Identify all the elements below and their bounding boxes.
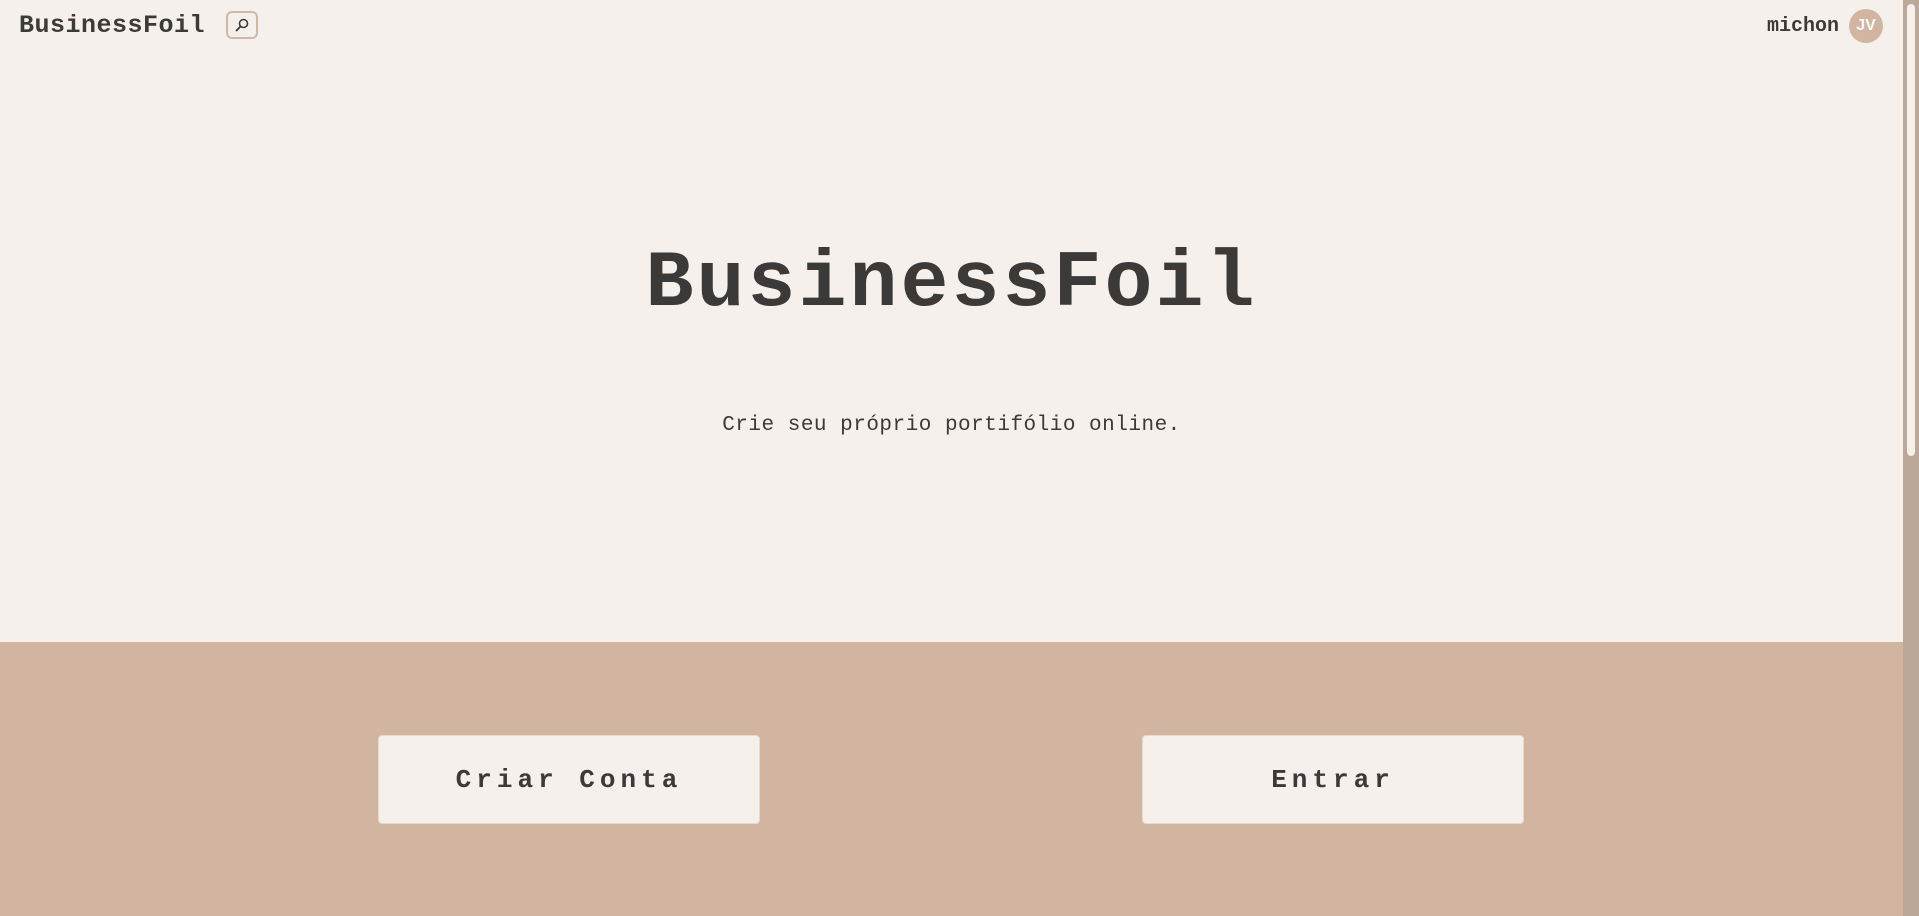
brand-logo-text[interactable]: BusinessFoil [19,10,205,42]
avatar[interactable]: JV [1849,9,1883,43]
search-button[interactable] [226,11,258,39]
vertical-scrollbar[interactable] [1903,0,1919,916]
create-account-button[interactable]: Criar Conta [378,735,760,824]
cta-band: Criar Conta Entrar [0,642,1903,916]
search-icon [235,18,249,32]
page: BusinessFoil Crie seu próprio portifólio… [0,0,1919,916]
username: michon [1766,14,1839,38]
user-menu[interactable]: michon JV [1767,9,1883,43]
hero-section: BusinessFoil Crie seu próprio portifólio… [0,0,1903,642]
main-content: BusinessFoil Crie seu próprio portifólio… [0,0,1903,916]
top-bar: BusinessFoil michon JV [0,0,1903,52]
scrollbar-thumb[interactable] [1907,4,1915,456]
hero-subtitle: Crie seu próprio portifólio online. [722,414,1181,437]
login-button[interactable]: Entrar [1142,735,1524,824]
hero-title: BusinessFoil [645,239,1258,330]
